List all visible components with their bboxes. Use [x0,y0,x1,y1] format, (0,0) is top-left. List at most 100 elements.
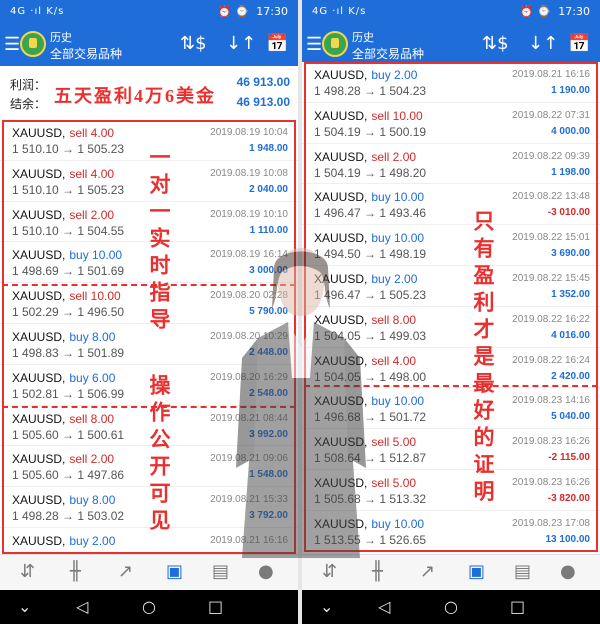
deal-row[interactable]: XAUUSD, sell 4.00 1 510.10 → 1 505.23 2019.… [0,160,298,202]
deal-symbol: XAUUSD, sell 4.00 [12,126,114,140]
sort-icon[interactable]: ↓↑ [528,32,558,56]
chevron-down-icon[interactable]: ⌄ [18,597,31,617]
deal-row[interactable]: XAUUSD, buy 10.00 1 498.69 → 1 501.69 2019.… [0,242,298,284]
deal-profit: 5 040.00 [551,411,590,423]
currency-exchange-icon[interactable]: ⇅$ [180,32,207,56]
deal-profit: 2 040.00 [249,183,288,195]
trade-icon[interactable]: ↗ [420,561,435,583]
news-icon[interactable]: ▤ [212,561,229,583]
symbol-label: XAUUSD, [314,353,368,368]
symbol-label: XAUUSD, [314,435,368,450]
home-icon[interactable]: ○ [444,597,458,617]
recents-icon[interactable]: □ [510,597,525,617]
profit-value: 46 913.00 [236,75,290,89]
deal-time: 2019.08.19 16:14 [210,249,288,261]
deal-time: 2019.08.20 16:29 [210,371,288,383]
calendar-icon[interactable]: 📅 [568,32,590,56]
deal-row[interactable]: XAUUSD, sell 2.00 1 505.60 → 1 497.86 2019.… [0,446,298,488]
deal-profit: 3 690.00 [551,248,590,260]
trade-icon[interactable]: ↗ [118,561,133,583]
home-icon[interactable]: ○ [142,597,156,617]
deal-symbol: XAUUSD, buy 10.00 [314,517,424,531]
deal-prices: 1 504.05 → 1 499.03 [314,328,427,343]
deal-symbol: XAUUSD, buy 10.00 [314,231,424,245]
deal-profit: 2 420.00 [551,370,590,382]
symbol-label: XAUUSD, [12,248,66,263]
calendar-icon[interactable]: 📅 [266,32,288,56]
deal-row[interactable]: XAUUSD, buy 10.00 1 513.55 → 1 526.65 2019.… [302,510,600,552]
news-icon[interactable]: ▤ [514,561,531,583]
sort-icon[interactable]: ↓↑ [226,32,256,56]
page-title: 历史 [50,32,72,44]
deal-side: sell 4.00 [69,166,115,181]
deal-time: 2019.08.22 16:24 [512,354,590,366]
symbol-label: XAUUSD, [12,493,66,508]
deal-side: sell 2.00 [69,452,115,467]
symbol-label: XAUUSD, [314,312,368,327]
deal-row[interactable]: XAUUSD, buy 2.00 1 498.28 → 1 504.23 2019.0… [302,62,600,103]
deal-profit: 1 352.00 [551,288,590,300]
deal-row[interactable]: XAUUSD, sell 2.00 1 510.10 → 1 504.55 2019.… [0,201,298,243]
deal-row[interactable]: XAUUSD, buy 8.00 1 498.28 → 1 503.02 2019.0… [0,487,298,528]
deal-symbol: XAUUSD, buy 10.00 [314,394,424,408]
deal-profit: 2 548.00 [249,387,288,399]
deal-side: buy 10.00 [69,248,123,263]
deal-row[interactable]: XAUUSD, buy 10.00 1 494.50 → 1 498.19 2019.… [302,225,600,266]
menu-icon[interactable]: ☰ [306,34,322,54]
symbol-filter[interactable]: 全部交易品种 [50,45,122,62]
deal-prices: 1 498.83 → 1 501.89 [12,345,125,360]
chevron-down-icon[interactable]: ⌄ [320,597,333,617]
back-icon[interactable]: ◁ [378,597,390,617]
history-inbox-icon[interactable]: ▣ [468,561,485,583]
deal-row[interactable]: XAUUSD, sell 2.00 1 504.19 → 1 498.20 2019.… [302,143,600,185]
candlestick-chart-icon[interactable]: ╫ [70,561,81,583]
deal-row[interactable]: XAUUSD, buy 6.00 1 502.81 → 1 506.99 2019.0… [0,364,298,406]
deal-row[interactable]: XAUUSD, sell 8.00 1 505.60 → 1 500.61 2019.… [0,405,298,447]
deal-symbol: XAUUSD, buy 8.00 [12,330,115,344]
deal-symbol: XAUUSD, buy 10.00 [314,190,424,204]
right-phone-screen: 4G ·ıl K/s ⏰ ⌚ 17:30 ☰ 历史 全部交易品种 ⇅$ ↓↑ 📅… [302,0,600,624]
deal-profit: 1 190.00 [551,85,590,96]
deal-row[interactable]: XAUUSD, sell 10.00 1 502.29 → 1 496.50 2019… [0,283,298,324]
deal-row[interactable]: XAUUSD, sell 4.00 1 510.10 → 1 505.23 2019.… [0,120,298,161]
deal-row[interactable]: XAUUSD, buy 8.00 1 498.83 → 1 501.89 2019.0… [0,323,298,365]
symbol-filter[interactable]: 全部交易品种 [352,45,424,62]
recents-icon[interactable]: □ [208,597,223,617]
deal-symbol: XAUUSD, buy 10.00 [12,248,122,262]
deal-row[interactable]: XAUUSD, buy 2.00 1 496.47 → 1 505.23 2019.0… [302,265,600,307]
candlestick-chart-icon[interactable]: ╫ [372,561,383,583]
deal-row[interactable]: XAUUSD, sell 4.00 1 504.05 → 1 498.00 2019.… [302,347,600,389]
deal-row[interactable]: XAUUSD, sell 5.00 1 508.64 → 1 512.87 2019.… [302,429,600,470]
deal-row[interactable]: XAUUSD, buy 10.00 1 496.68 → 1 501.72 2019.… [302,388,600,430]
symbol-label: XAUUSD, [314,149,368,164]
deal-time: 2019.08.19 10:10 [210,208,288,220]
chat-icon[interactable]: ● [560,561,576,583]
history-inbox-icon[interactable]: ▣ [166,561,183,583]
deal-side: sell 5.00 [371,475,417,490]
deal-row[interactable]: XAUUSD, sell 5.00 1 505.68 → 1 513.32 2019.… [302,469,600,511]
deal-side: buy 2.00 [371,68,418,82]
deal-symbol: XAUUSD, buy 2.00 [12,534,115,548]
quotes-icon[interactable]: ⇵ [322,561,337,583]
deal-time: 2019.08.22 09:39 [512,150,590,162]
deal-time: 2019.08.23 16:26 [512,476,590,488]
deal-time: 2019.08.21 09:06 [210,453,288,465]
quotes-icon[interactable]: ⇵ [20,561,35,583]
bottom-navigation: ⇵ ╫ ↗ ▣ ▤ ● [302,554,600,590]
deal-side: buy 8.00 [69,493,116,508]
symbol-label: XAUUSD, [12,533,66,548]
deal-prices: 1 508.64 → 1 512.87 [314,451,427,466]
deal-side: sell 5.00 [371,435,417,450]
chat-icon[interactable]: ● [258,561,274,583]
deal-row[interactable]: XAUUSD, buy 10.00 1 496.47 → 1 493.46 2019.… [302,184,600,226]
deal-prices: 1 496.47 → 1 505.23 [314,287,427,302]
currency-exchange-icon[interactable]: ⇅$ [482,32,509,56]
deal-row[interactable]: XAUUSD, sell 10.00 1 504.19 → 1 500.19 2019… [302,102,600,144]
back-icon[interactable]: ◁ [76,597,88,617]
deal-time: 2019.08.21 16:16 [512,69,590,80]
deal-row[interactable]: XAUUSD, sell 8.00 1 504.05 → 1 499.03 2019.… [302,306,600,348]
balance-value: 46 913.00 [236,95,290,109]
deal-prices: 1 502.29 → 1 496.50 [12,305,125,320]
menu-icon[interactable]: ☰ [4,34,20,54]
deal-profit: 4 000.00 [551,125,590,137]
